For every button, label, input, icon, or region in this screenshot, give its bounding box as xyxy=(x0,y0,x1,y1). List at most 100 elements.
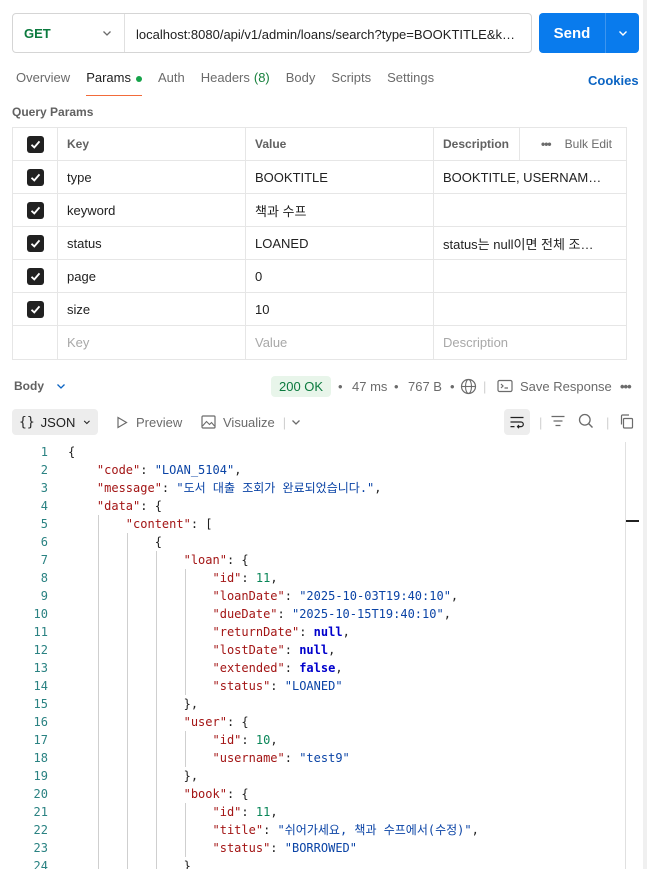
line-number: 7 xyxy=(40,553,48,567)
code-token: , xyxy=(335,661,343,675)
code-token: "loanDate" xyxy=(212,589,285,603)
code-token: , xyxy=(450,589,459,603)
line-number: 10 xyxy=(33,607,48,621)
tab-auth[interactable]: Auth xyxy=(158,70,185,96)
scrollbar-marker[interactable] xyxy=(626,520,639,522)
tab-headers[interactable]: Headers (8) xyxy=(201,70,270,96)
query-params-title: Query Params xyxy=(12,105,94,119)
response-body-dropdown[interactable]: Body xyxy=(14,379,66,393)
param-value[interactable]: 0 xyxy=(246,260,434,292)
code-token: : xyxy=(277,607,292,621)
param-key[interactable]: type xyxy=(58,161,246,193)
param-checkbox[interactable] xyxy=(26,168,44,186)
tab-label: Body xyxy=(285,70,316,85)
code-text: "status": "LOANED" xyxy=(213,677,343,695)
tab-scripts[interactable]: Scripts xyxy=(331,70,371,96)
play-icon xyxy=(117,415,128,429)
check-icon xyxy=(30,305,40,314)
divider: | xyxy=(606,414,610,430)
param-description[interactable] xyxy=(434,194,626,226)
table-row: page 0 xyxy=(13,260,626,293)
select-all-checkbox[interactable] xyxy=(26,135,44,153)
scrollbar-track[interactable] xyxy=(625,442,626,869)
send-button[interactable]: Send xyxy=(539,25,605,42)
search-icon[interactable] xyxy=(578,413,594,429)
response-body-code[interactable]: 1{2 "code": "LOAN_5104", 3 "message": "도서 대… xyxy=(0,442,647,869)
param-value[interactable]: 10 xyxy=(246,293,434,325)
column-header-value: Value xyxy=(246,128,434,160)
bulk-edit-label: Bulk Edit xyxy=(564,137,612,151)
tab-body[interactable]: Body xyxy=(286,70,316,96)
response-time[interactable]: 47 ms xyxy=(352,379,387,394)
line-number: 20 xyxy=(33,787,48,801)
format-label: JSON xyxy=(40,414,76,430)
chevron-down-icon xyxy=(103,31,111,36)
new-description-input[interactable]: Description xyxy=(434,326,626,359)
filter-icon[interactable] xyxy=(550,414,566,428)
request-tabs: Overview Params Auth Headers (8) Body Scr… xyxy=(16,70,450,96)
tab-label: Settings xyxy=(387,70,435,85)
code-token: : xyxy=(140,463,155,477)
code-token: "data" xyxy=(96,499,141,513)
code-token: : { xyxy=(226,715,249,729)
line-number: 11 xyxy=(33,625,48,639)
param-checkbox[interactable] xyxy=(26,300,44,318)
globe-icon[interactable] xyxy=(460,378,477,395)
param-value[interactable]: 책과 수프 xyxy=(246,194,434,226)
new-value-input[interactable]: Value xyxy=(246,326,434,359)
param-checkbox[interactable] xyxy=(26,267,44,285)
divider: | xyxy=(282,414,287,430)
param-description[interactable] xyxy=(434,260,626,292)
dot-separator: • xyxy=(338,378,343,394)
param-key[interactable]: page xyxy=(58,260,246,292)
code-token: "code" xyxy=(96,463,141,477)
active-params-dot-icon xyxy=(135,76,142,82)
method-dropdown[interactable]: GET xyxy=(13,14,125,52)
format-dropdown[interactable]: {} JSON xyxy=(12,409,98,435)
preview-button[interactable]: Preview xyxy=(116,415,182,430)
send-button-group: Send xyxy=(539,13,639,53)
copy-icon[interactable] xyxy=(619,414,634,429)
line-number: 5 xyxy=(40,517,48,531)
chevron-down-icon[interactable] xyxy=(291,417,301,427)
more-options-icon[interactable]: ••• xyxy=(620,379,632,394)
cookies-link[interactable]: Cookies xyxy=(588,73,639,88)
param-key[interactable]: status xyxy=(58,227,246,259)
bulk-edit-button[interactable]: ••• Bulk Edit xyxy=(541,128,626,160)
param-key[interactable]: size xyxy=(58,293,246,325)
param-checkbox[interactable] xyxy=(26,201,44,219)
code-text: "returnDate": null, xyxy=(213,623,350,641)
tab-params[interactable]: Params xyxy=(86,70,142,96)
tab-settings[interactable]: Settings xyxy=(387,70,434,96)
param-description[interactable] xyxy=(434,293,626,325)
code-token: "status" xyxy=(212,841,271,855)
param-key[interactable]: keyword xyxy=(58,194,246,226)
param-description[interactable]: status는 null이면 전체 조… xyxy=(434,227,626,259)
param-checkbox[interactable] xyxy=(26,234,44,252)
code-token: { xyxy=(154,535,162,549)
param-value[interactable]: LOANED xyxy=(246,227,434,259)
url-input[interactable]: localhost:8080/api/v1/admin/loans/search… xyxy=(125,24,520,43)
table-row: keyword 책과 수프 xyxy=(13,194,626,227)
line-number: 18 xyxy=(33,751,48,765)
code-token: , xyxy=(270,571,278,585)
save-response-button[interactable]: Save Response xyxy=(497,379,612,394)
tab-overview[interactable]: Overview xyxy=(16,70,70,96)
code-token: "쉬어가세요, 책과 수프에서(수정)" xyxy=(277,823,472,837)
visualize-button[interactable]: Visualize | xyxy=(201,415,301,430)
check-icon xyxy=(30,173,40,182)
code-token: , xyxy=(342,625,350,639)
wrap-lines-button[interactable] xyxy=(504,409,530,435)
param-value[interactable]: BOOKTITLE xyxy=(246,161,434,193)
code-token: "도서 대출 조회가 완료되었습니다." xyxy=(176,481,375,495)
send-options-button[interactable] xyxy=(605,13,639,53)
code-token: : { xyxy=(226,553,249,567)
chevron-down-icon xyxy=(618,31,627,36)
new-key-input[interactable]: Key xyxy=(58,326,246,359)
line-number: 21 xyxy=(33,805,48,819)
param-description[interactable]: BOOKTITLE, USERNAM… xyxy=(434,161,626,193)
status-badge[interactable]: 200 OK xyxy=(271,375,332,397)
response-size[interactable]: 767 B xyxy=(408,379,442,394)
code-token: "2025-10-15T19:40:10" xyxy=(291,607,444,621)
line-number: 6 xyxy=(40,535,48,549)
